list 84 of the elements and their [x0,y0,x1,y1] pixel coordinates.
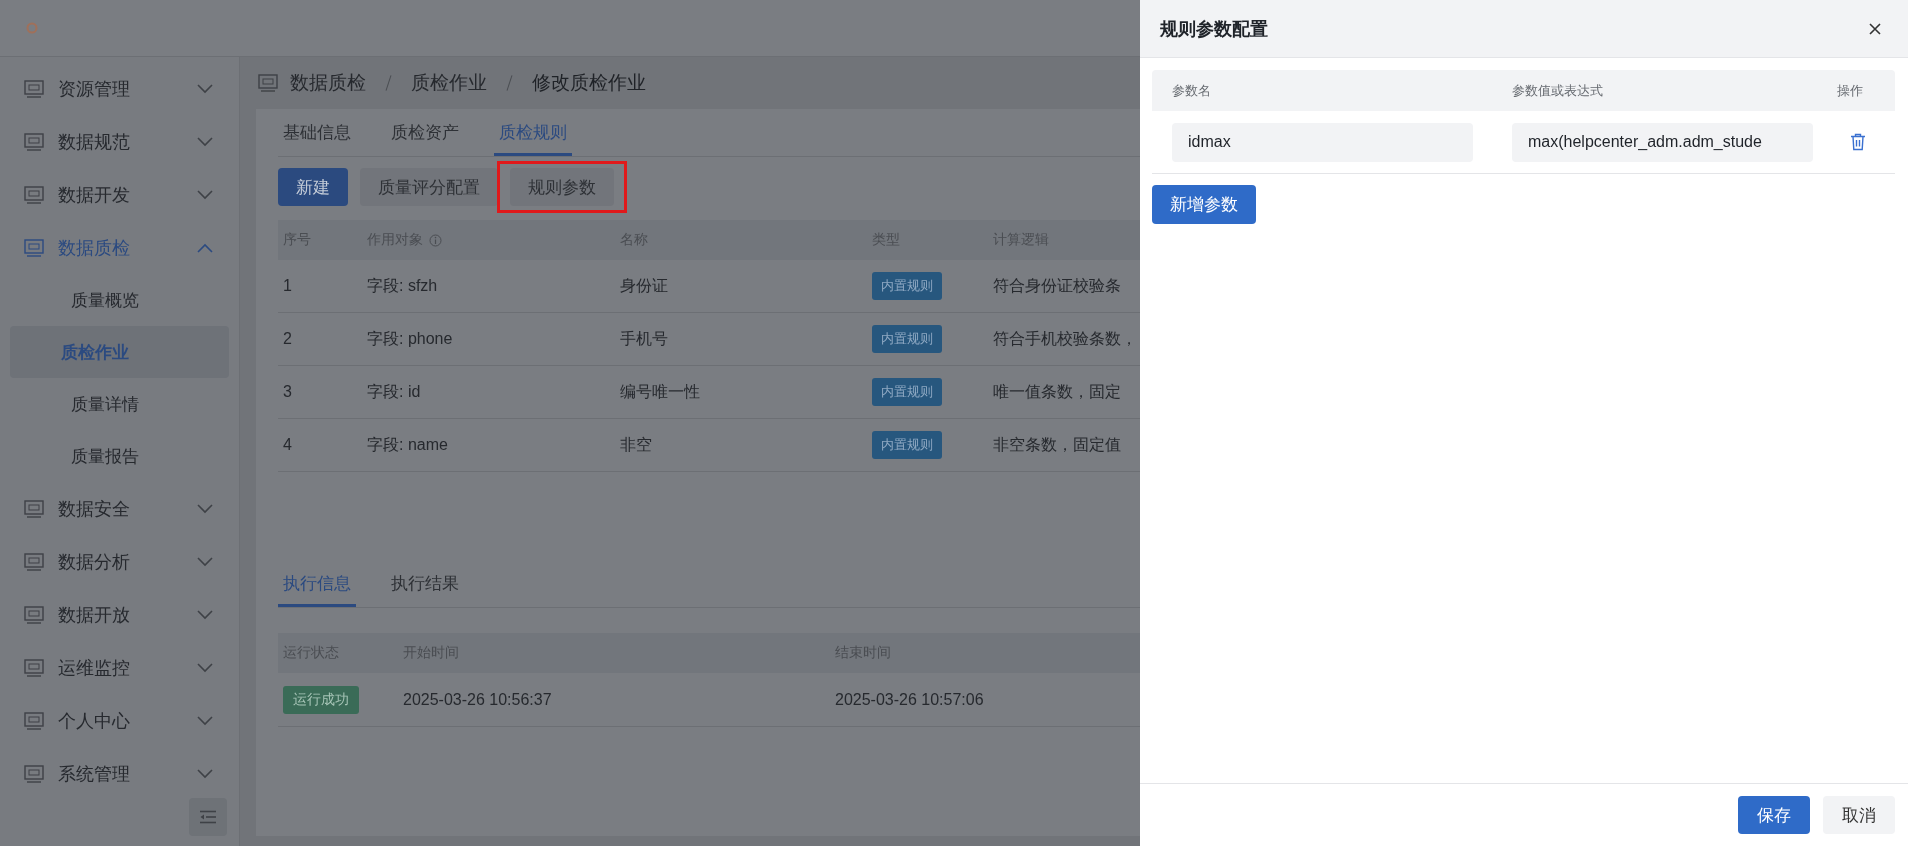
tab[interactable]: 质检规则 [494,111,572,156]
rule-type-tag: 内置规则 [872,378,942,406]
table-cell-text: 2025-03-26 10:57:06 [835,690,985,709]
monitor-icon [24,658,44,677]
circle-icon [26,22,38,34]
sidebar-item[interactable]: 资源管理 [0,62,239,115]
toolbar-button[interactable]: 质量评分配置 [360,168,498,206]
tab[interactable]: 基础信息 [278,111,356,156]
sidebar-item[interactable]: 数据规范 [0,115,239,168]
table-cell-text: 3 [283,383,293,401]
monitor-icon [24,605,44,624]
param-name-field[interactable]: idmax [1172,122,1473,162]
breadcrumb-current: 修改质检作业 [532,71,646,95]
monitor-icon [24,764,44,783]
sidebar-subitem[interactable]: 质检作业 [10,326,229,378]
sidebar-subitem[interactable]: 质量概览 [10,274,229,326]
status-badge: 运行成功 [283,685,359,714]
sidebar-item[interactable]: 数据开发 [0,168,239,221]
breadcrumb-link[interactable]: 数据质检 [290,70,366,96]
rule-type-tag: 内置规则 [872,431,942,459]
monitor-icon [24,238,44,257]
table-cell-text: 符合手机校验条数， [993,328,1138,349]
chevron-down-icon [197,556,213,567]
monitor-icon [24,499,44,518]
sidebar-subitem[interactable]: 质量报告 [10,430,229,482]
rule-type-tag: 内置规则 [872,272,942,300]
table-cell-text: 非空 [620,434,653,455]
monitor-icon [24,552,44,571]
monitor-icon [24,185,44,204]
sidebar-item[interactable]: 运维监控 [0,641,239,694]
menu-fold-icon [199,810,217,824]
column-header: 参数名 [1171,81,1212,100]
chevron-down-icon [197,715,213,726]
sidebar-item[interactable]: 系统管理 [0,747,239,800]
chevron-down-icon [197,503,213,514]
tab[interactable]: 执行结果 [386,562,464,607]
sidebar-subitem[interactable]: 质量详情 [10,378,229,430]
table-cell-text: 字段: phone [367,328,454,349]
close-icon [1868,21,1882,36]
table-cell-text: 1 [283,277,293,295]
param-value-field[interactable]: max(helpcenter_adm.adm_stude [1512,122,1813,162]
monitor-icon [258,74,278,92]
chevron-down-icon [197,662,213,673]
table-cell-text: 字段: sfzh [367,275,439,296]
chevron-down-icon [197,83,213,94]
table-cell-text: 编号唯一性 [620,381,701,402]
chevron-down-icon [197,768,213,779]
table-cell-text: 2 [283,330,293,348]
sidebar-item[interactable]: 数据安全 [0,482,239,535]
toolbar-button[interactable]: 规则参数 [510,168,614,206]
sidebar-item[interactable]: 个人中心 [0,694,239,747]
chevron-down-icon [197,136,213,147]
table-cell-text: 手机号 [620,328,669,349]
tab[interactable]: 质检资产 [386,111,464,156]
cancel-button[interactable]: 取消 [1823,796,1895,834]
tab[interactable]: 执行信息 [278,562,356,607]
column-header: 操作 [1836,81,1864,100]
table-cell-text: 非空条数，固定值 [993,434,1122,455]
delete-button[interactable] [1848,131,1868,153]
trash-icon [1850,133,1866,151]
table-cell-text: 唯一值条数，固定 [993,381,1122,402]
monitor-icon [24,132,44,151]
sidebar-item[interactable]: 数据开放 [0,588,239,641]
breadcrumb-link[interactable]: 质检作业 [411,70,487,96]
sidebar-item[interactable]: 数据质检 [0,221,239,274]
table-cell-text: 4 [283,436,293,454]
new-button[interactable]: 新建 [278,168,348,206]
table-cell-text: 符合身份证校验条 [993,275,1122,296]
chevron-down-icon [197,609,213,620]
rule-type-tag: 内置规则 [872,325,942,353]
monitor-icon [24,711,44,730]
table-cell-text: 身份证 [620,275,669,296]
table-cell-text: 2025-03-26 10:56:37 [403,690,553,709]
drawer-title: 规则参数配置 [1160,17,1268,41]
monitor-icon [24,79,44,98]
chevron-down-icon [197,189,213,200]
save-button[interactable]: 保存 [1738,796,1810,834]
add-param-button[interactable]: 新增参数 [1152,185,1256,224]
table-cell-text: 字段: name [367,434,449,455]
chevron-up-icon [197,242,213,253]
sidebar-item[interactable]: 数据分析 [0,535,239,588]
column-header: 参数值或表达式 [1511,81,1604,100]
table-cell-text: 字段: id [367,381,422,402]
info-icon [429,233,442,247]
